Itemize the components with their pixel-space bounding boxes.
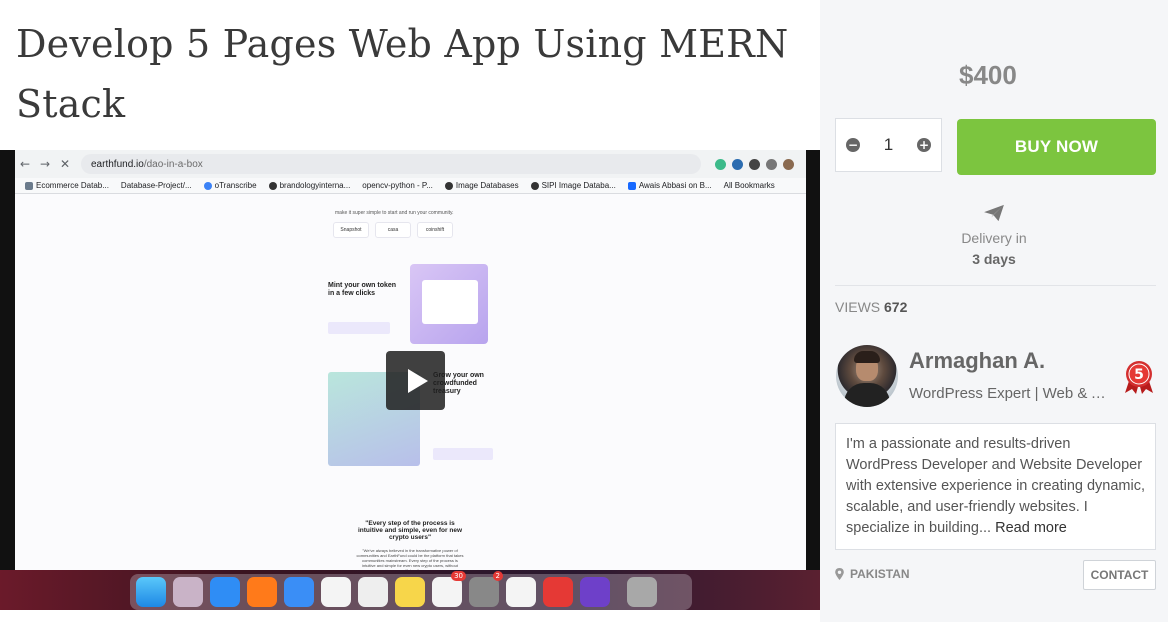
read-more-link[interactable]: Read more xyxy=(995,520,1067,536)
bookmark-item: Awais Abbasi on B... xyxy=(627,181,712,190)
bookmark-item: brandologyinterna... xyxy=(268,181,350,190)
photos-icon xyxy=(321,577,351,607)
views-number: 672 xyxy=(884,299,908,315)
play-icon xyxy=(408,368,428,393)
increase-quantity-button[interactable]: + xyxy=(917,138,931,152)
forward-arrow-icon: → xyxy=(39,157,51,171)
notification-badge: 30 xyxy=(451,571,466,581)
bookmark-item: Image Databases xyxy=(444,181,519,190)
quantity-value[interactable]: 1 xyxy=(884,135,893,155)
settings-icon: 2 xyxy=(469,571,503,607)
seller-country: PAKISTAN xyxy=(835,567,910,581)
bookmark-item: Database-Project/... xyxy=(120,181,192,190)
divider xyxy=(835,285,1156,286)
seller-level-badge-icon: 5 xyxy=(1125,361,1153,394)
token-card-image xyxy=(410,264,488,344)
play-button[interactable] xyxy=(386,351,445,410)
views-count: VIEWS 672 xyxy=(835,299,907,315)
back-arrow-icon: ← xyxy=(19,157,31,171)
url-domain: earthfund.io xyxy=(91,158,144,170)
trash-icon xyxy=(627,577,657,607)
extension-icons xyxy=(715,158,794,170)
bookmark-item: SIPI Image Databa... xyxy=(530,181,616,190)
firefox-icon xyxy=(247,577,277,607)
country-name: PAKISTAN xyxy=(850,567,910,581)
mail-icon xyxy=(284,577,314,607)
profile-icon xyxy=(766,158,777,170)
seller-avatar[interactable] xyxy=(836,345,898,407)
decrease-quantity-button[interactable]: − xyxy=(846,138,860,152)
views-label: VIEWS xyxy=(835,299,881,315)
bookmark-item: All Bookmarks xyxy=(723,181,775,190)
chrome-icon xyxy=(506,577,536,607)
avatar-icon xyxy=(783,158,794,170)
gig-main: Develop 5 Pages Web App Using MERN Stack… xyxy=(0,0,820,622)
github-desktop-icon xyxy=(580,577,610,607)
notes-icon xyxy=(395,577,425,607)
contact-button[interactable]: CONTACT xyxy=(1083,560,1156,590)
gig-video[interactable]: ← → ✕ earthfund.io/dao-in-a-box Ecommerc… xyxy=(0,150,820,610)
address-bar: earthfund.io/dao-in-a-box xyxy=(81,154,701,174)
delivery-label: Delivery in xyxy=(961,230,1027,246)
slack-icon: 30 xyxy=(432,571,466,607)
partner-logos: Snapshot casa coinshift xyxy=(333,222,453,238)
seller-title: WordPress Expert | Web & A... xyxy=(909,385,1109,402)
location-pin-icon xyxy=(835,568,844,580)
quantity-stepper: − 1 + xyxy=(835,118,942,172)
extension-icon xyxy=(715,158,726,170)
stop-icon: ✕ xyxy=(59,157,71,171)
launchpad-icon xyxy=(173,577,203,607)
browser-toolbar: ← → ✕ earthfund.io/dao-in-a-box xyxy=(15,150,806,178)
gig-price: $400 xyxy=(959,60,1017,90)
gig-page: Develop 5 Pages Web App Using MERN Stack… xyxy=(0,0,1168,622)
seller-bio: I'm a passionate and results-driven Word… xyxy=(835,423,1156,550)
bookmark-item: Ecommerce Datab... xyxy=(25,181,109,190)
partner-logo: coinshift xyxy=(417,222,453,238)
bookmark-item: oTranscribe xyxy=(203,181,257,190)
delivery-days: 3 days xyxy=(972,251,1016,267)
feature-chip xyxy=(328,322,390,334)
anydesk-icon xyxy=(543,577,573,607)
feature-title: Mint your own token in a few clicks xyxy=(328,282,397,297)
site-tagline: make it super simple to start and run yo… xyxy=(335,210,454,216)
testimonial-quote: "Every step of the process is intuitive … xyxy=(357,520,463,541)
gig-title: Develop 5 Pages Web App Using MERN Stack xyxy=(16,22,789,126)
bookmark-item: opencv-python - P... xyxy=(362,181,433,190)
url-path: /dao-in-a-box xyxy=(143,158,203,170)
delivery-info: Delivery in 3 days xyxy=(820,204,1168,270)
puzzle-icon xyxy=(749,158,760,170)
order-sidebar: $400 − 1 + BUY NOW Delivery in 3 days VI… xyxy=(820,0,1168,622)
buy-now-button[interactable]: BUY NOW xyxy=(957,119,1156,175)
feature-chip xyxy=(433,448,493,460)
partner-logo: casa xyxy=(375,222,411,238)
bookmarks-bar: Ecommerce Datab... Database-Project/... … xyxy=(15,178,806,194)
paper-plane-icon xyxy=(984,204,1004,222)
notification-badge: 2 xyxy=(492,571,503,581)
safari-icon xyxy=(210,577,240,607)
partner-logo: Snapshot xyxy=(333,222,369,238)
finder-icon xyxy=(136,577,166,607)
seller-name[interactable]: Armaghan A. xyxy=(909,348,1045,374)
seller-level-number: 5 xyxy=(1134,367,1144,383)
reminders-icon xyxy=(358,577,388,607)
macos-dock: 30 2 xyxy=(0,570,820,610)
extension-icon xyxy=(732,158,743,170)
